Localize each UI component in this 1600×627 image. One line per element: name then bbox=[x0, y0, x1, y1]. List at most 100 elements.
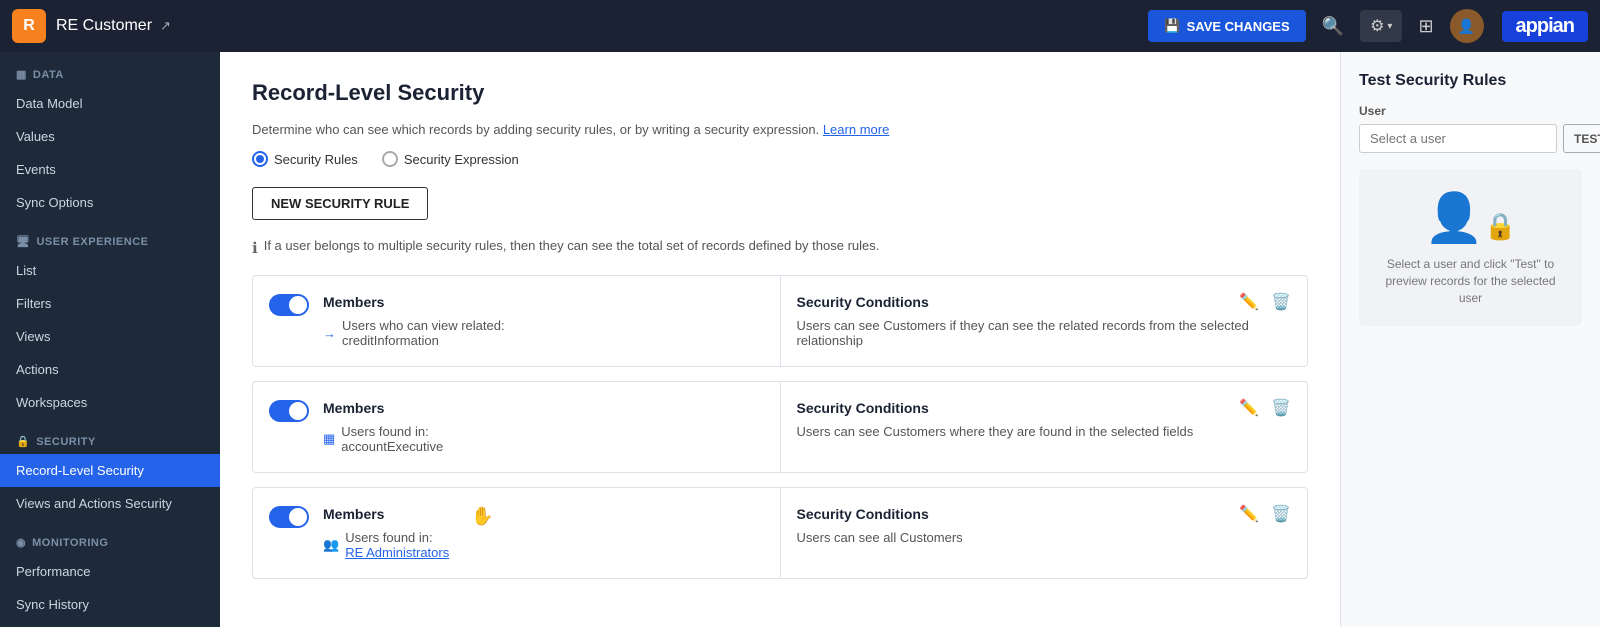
radio-dot-selected bbox=[252, 151, 268, 167]
search-icon: 🔍 bbox=[1322, 16, 1344, 37]
top-navigation: R RE Customer ↗ 💾 SAVE CHANGES 🔍 ⚙ ▾ ⊞ 👤… bbox=[0, 0, 1600, 52]
save-icon: 💾 bbox=[1164, 18, 1180, 34]
rule-right-0: ✏️ 🗑️ Security Conditions Users can see … bbox=[781, 276, 1308, 366]
security-cond-label-2: Security Conditions bbox=[797, 506, 1292, 522]
sidebar-item-filters[interactable]: Filters bbox=[0, 287, 220, 320]
edit-rule-button-2[interactable]: ✏️ bbox=[1237, 502, 1261, 526]
right-panel-title: Test Security Rules bbox=[1359, 72, 1582, 90]
rule-actions-1: ✏️ 🗑️ bbox=[1237, 396, 1293, 420]
radio-security-rules[interactable]: Security Rules bbox=[252, 151, 358, 167]
rule-member-label-1: Members bbox=[323, 400, 443, 416]
rule-toggle-1[interactable] bbox=[269, 400, 309, 422]
grid-icon: ⊞ bbox=[1418, 16, 1433, 37]
preview-user-icon: 👤 bbox=[1424, 189, 1484, 246]
sidebar-item-workspaces[interactable]: Workspaces bbox=[0, 386, 220, 419]
sidebar-item-sync-history[interactable]: Sync History bbox=[0, 588, 220, 621]
delete-rule-button-0[interactable]: 🗑️ bbox=[1269, 290, 1293, 314]
rule-member-label-2: Members bbox=[323, 506, 449, 522]
member-icon-1: ▦ bbox=[323, 431, 335, 447]
rule-card-0: Members → Users who can view related:cre… bbox=[252, 275, 1308, 367]
sidebar-section-data: ▦ DATA bbox=[0, 52, 220, 87]
edit-rule-button-1[interactable]: ✏️ bbox=[1237, 396, 1261, 420]
save-changes-button[interactable]: 💾 SAVE CHANGES bbox=[1148, 10, 1305, 42]
preview-box: 👤 🔒 Select a user and click "Test" to pr… bbox=[1359, 169, 1582, 326]
rule-member-info-2: Members 👥 Users found in:RE Administrato… bbox=[323, 506, 449, 560]
delete-rule-button-2[interactable]: 🗑️ bbox=[1269, 502, 1293, 526]
gear-icon: ⚙ bbox=[1370, 16, 1384, 36]
sidebar-item-performance[interactable]: Performance bbox=[0, 555, 220, 588]
security-cond-label-0: Security Conditions bbox=[797, 294, 1292, 310]
sidebar-item-actions[interactable]: Actions bbox=[0, 353, 220, 386]
user-avatar[interactable]: 👤 bbox=[1450, 9, 1484, 43]
sidebar-item-list[interactable]: List bbox=[0, 254, 220, 287]
rule-card-1: Members ▦ Users found in:accountExecutiv… bbox=[252, 381, 1308, 473]
sidebar-item-sync-options[interactable]: Sync Options bbox=[0, 186, 220, 219]
sidebar-item-events[interactable]: Events bbox=[0, 153, 220, 186]
sidebar-section-user-experience: 🖥 USER EXPERIENCE bbox=[0, 219, 220, 254]
rule-actions-0: ✏️ 🗑️ bbox=[1237, 290, 1293, 314]
preview-text: Select a user and click "Test" to previe… bbox=[1379, 256, 1562, 306]
preview-lock-icon: 🔒 bbox=[1484, 211, 1516, 242]
sidebar-item-data-model[interactable]: Data Model bbox=[0, 87, 220, 120]
page-description: Determine who can see which records by a… bbox=[252, 122, 1308, 137]
sidebar-item-values[interactable]: Values bbox=[0, 120, 220, 153]
info-message: ℹ If a user belongs to multiple security… bbox=[252, 238, 1308, 257]
member-icon-0: → bbox=[323, 326, 336, 341]
data-section-icon: ▦ bbox=[16, 68, 27, 81]
sidebar-item-views-actions-security[interactable]: Views and Actions Security bbox=[0, 487, 220, 520]
radio-group: Security Rules Security Expression bbox=[252, 151, 1308, 167]
edit-rule-button-0[interactable]: ✏️ bbox=[1237, 290, 1261, 314]
sidebar: ▦ DATA Data Model Values Events Sync Opt… bbox=[0, 52, 220, 627]
select-user-row: TEST bbox=[1359, 124, 1582, 153]
re-administrators-link[interactable]: RE Administrators bbox=[345, 545, 449, 560]
rule-left-1: Members ▦ Users found in:accountExecutiv… bbox=[253, 382, 781, 472]
drag-handle-2[interactable]: ✋ bbox=[471, 506, 493, 527]
rule-toggle-2[interactable] bbox=[269, 506, 309, 528]
external-link-icon[interactable]: ↗ bbox=[160, 18, 171, 34]
rule-member-label-0: Members bbox=[323, 294, 505, 310]
gear-chevron-icon: ▾ bbox=[1387, 21, 1392, 32]
member-icon-2: 👥 bbox=[323, 537, 339, 553]
search-button[interactable]: 🔍 bbox=[1316, 10, 1350, 43]
security-cond-label-1: Security Conditions bbox=[797, 400, 1292, 416]
rule-member-desc-0: → Users who can view related:creditInfor… bbox=[323, 318, 505, 348]
app-name: RE Customer ↗ bbox=[56, 17, 171, 35]
rule-member-info-0: Members → Users who can view related:cre… bbox=[323, 294, 505, 348]
settings-button[interactable]: ⚙ ▾ bbox=[1360, 10, 1402, 42]
rule-left-0: Members → Users who can view related:cre… bbox=[253, 276, 781, 366]
rule-right-1: ✏️ 🗑️ Security Conditions Users can see … bbox=[781, 382, 1308, 472]
learn-more-link[interactable]: Learn more bbox=[823, 122, 889, 137]
security-cond-text-0: Users can see Customers if they can see … bbox=[797, 318, 1292, 348]
monitoring-section-icon: ◉ bbox=[16, 536, 26, 549]
security-cond-text-2: Users can see all Customers bbox=[797, 530, 1292, 545]
delete-rule-button-1[interactable]: 🗑️ bbox=[1269, 396, 1293, 420]
sidebar-section-monitoring: ◉ MONITORING bbox=[0, 520, 220, 555]
app-logo-icon: R bbox=[12, 9, 46, 43]
rule-left-2: Members 👥 Users found in:RE Administrato… bbox=[253, 488, 781, 578]
rule-toggle-0[interactable] bbox=[269, 294, 309, 316]
ux-section-icon: 🖥 bbox=[16, 235, 30, 248]
info-icon: ℹ bbox=[252, 239, 258, 257]
security-section-icon: 🔒 bbox=[16, 435, 30, 448]
rule-member-desc-2: 👥 Users found in:RE Administrators bbox=[323, 530, 449, 560]
rule-card-2: Members 👥 Users found in:RE Administrato… bbox=[252, 487, 1308, 579]
content-area: Record-Level Security Determine who can … bbox=[220, 52, 1340, 627]
sidebar-item-record-level-security[interactable]: Record-Level Security bbox=[0, 454, 220, 487]
test-button[interactable]: TEST bbox=[1563, 124, 1600, 153]
radio-dot-empty bbox=[382, 151, 398, 167]
right-panel: Test Security Rules User TEST 👤 🔒 Select… bbox=[1340, 52, 1600, 627]
radio-security-expression[interactable]: Security Expression bbox=[382, 151, 519, 167]
select-user-input[interactable] bbox=[1359, 124, 1557, 153]
rule-right-2: ✏️ 🗑️ Security Conditions Users can see … bbox=[781, 488, 1308, 578]
rule-member-desc-1: ▦ Users found in:accountExecutive bbox=[323, 424, 443, 454]
main-layout: ▦ DATA Data Model Values Events Sync Opt… bbox=[0, 52, 1600, 627]
security-cond-text-1: Users can see Customers where they are f… bbox=[797, 424, 1292, 439]
grid-button[interactable]: ⊞ bbox=[1412, 10, 1439, 43]
sidebar-item-views[interactable]: Views bbox=[0, 320, 220, 353]
new-security-rule-button[interactable]: NEW SECURITY RULE bbox=[252, 187, 428, 220]
page-title: Record-Level Security bbox=[252, 80, 1308, 106]
rule-actions-2: ✏️ 🗑️ bbox=[1237, 502, 1293, 526]
rule-member-info-1: Members ▦ Users found in:accountExecutiv… bbox=[323, 400, 443, 454]
appian-logo: appian bbox=[1502, 11, 1588, 42]
sidebar-section-security: 🔒 SECURITY bbox=[0, 419, 220, 454]
